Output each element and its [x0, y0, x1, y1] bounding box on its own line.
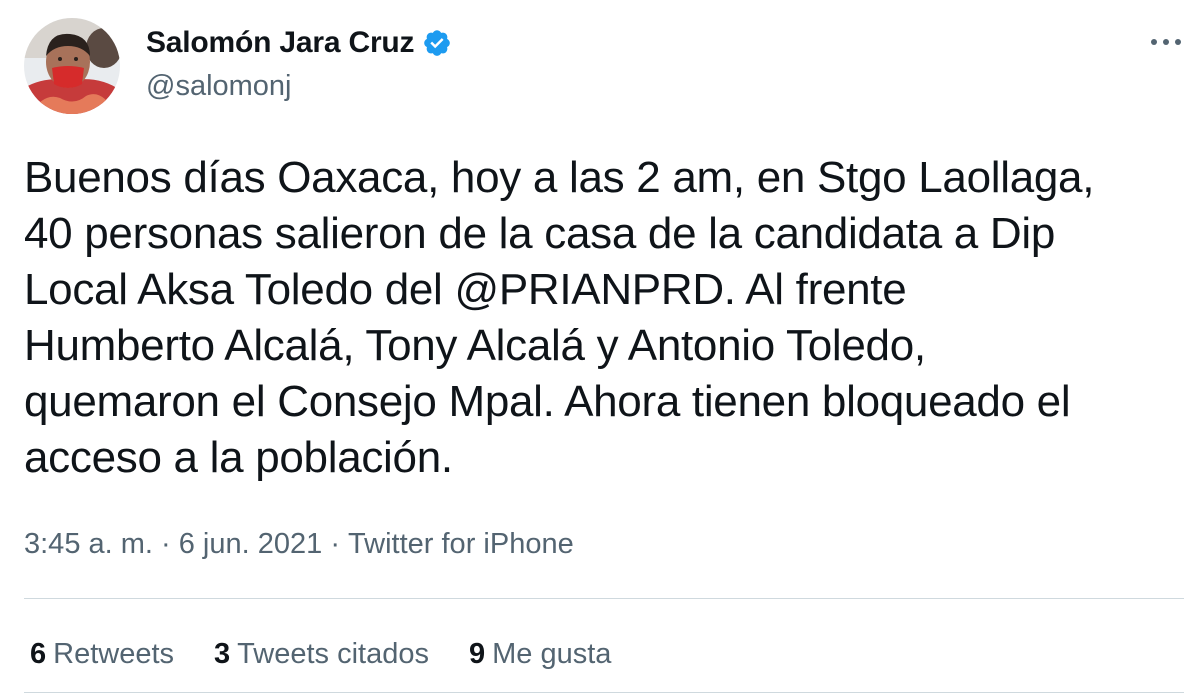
retweets-count: 6: [30, 638, 47, 670]
tweet-card: Salomón Jara Cruz @salomonj Buenos días …: [0, 0, 1200, 700]
tweet-meta: 3:45 a. m. · 6 jun. 2021 · Twitter for i…: [24, 528, 574, 561]
meta-separator: ·: [152, 528, 179, 560]
meta-separator: ·: [322, 528, 349, 560]
likes-count: 9: [469, 638, 486, 670]
avatar[interactable]: [24, 18, 120, 114]
tweet-stats: 6 Retweets 3 Tweets citados 9 Me gusta: [30, 638, 651, 671]
author-handle[interactable]: @salomonj: [146, 70, 292, 103]
quote-tweets-stat[interactable]: 3 Tweets citados: [214, 638, 429, 671]
more-options-icon[interactable]: [1144, 24, 1188, 60]
tweet-time[interactable]: 3:45 a. m.: [24, 528, 153, 561]
divider: [24, 598, 1184, 599]
quote-tweets-label: Tweets citados: [237, 638, 429, 670]
tweet-text: Buenos días Oaxaca, hoy a las 2 am, en S…: [24, 153, 1095, 482]
divider: [24, 692, 1184, 693]
likes-stat[interactable]: 9 Me gusta: [469, 638, 611, 671]
author-name-row: Salomón Jara Cruz: [146, 26, 452, 60]
likes-label: Me gusta: [492, 638, 612, 670]
tweet-source[interactable]: Twitter for iPhone: [348, 528, 574, 561]
retweets-stat[interactable]: 6 Retweets: [30, 638, 174, 671]
quote-tweets-count: 3: [214, 638, 231, 670]
tweet-date[interactable]: 6 jun. 2021: [179, 528, 323, 561]
verified-badge-icon: [422, 28, 452, 58]
author-display-name[interactable]: Salomón Jara Cruz: [146, 26, 415, 60]
avatar-photo: [24, 18, 120, 114]
retweets-label: Retweets: [53, 638, 175, 670]
